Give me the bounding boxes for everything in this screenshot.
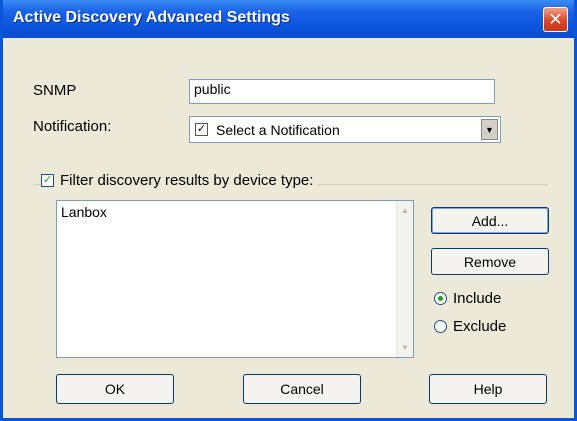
radio-selected-icon[interactable] (434, 292, 447, 305)
device-type-list[interactable]: Lanbox ▲ ▼ (56, 200, 414, 358)
vertical-scrollbar[interactable]: ▲ ▼ (396, 201, 413, 357)
include-label: Include (453, 290, 502, 307)
dialog-window: Active Discovery Advanced Settings ✕ SNM… (0, 0, 577, 421)
checkbox-checked-icon[interactable]: ✓ (41, 174, 54, 187)
cancel-button[interactable]: Cancel (243, 374, 361, 404)
list-item[interactable]: Lanbox (61, 204, 107, 220)
radio-unselected-icon[interactable] (434, 320, 447, 333)
scroll-up-icon[interactable]: ▲ (397, 202, 413, 219)
filter-device-type-checkbox[interactable]: ✓ Filter discovery results by device typ… (41, 172, 318, 189)
snmp-community-input[interactable]: public (189, 79, 495, 104)
add-button[interactable]: Add... (431, 207, 549, 234)
notification-selected-value: Select a Notification (216, 121, 340, 138)
exclude-radio[interactable]: Exclude (434, 318, 506, 335)
dropdown-arrow-glyph: ▼ (485, 124, 494, 135)
title-bar[interactable]: Active Discovery Advanced Settings ✕ (3, 0, 574, 38)
snmp-community-value: public (194, 81, 231, 97)
notification-dropdown[interactable]: ✓ Select a Notification ▼ (189, 116, 501, 143)
chevron-down-icon[interactable]: ▼ (481, 119, 498, 140)
ok-button[interactable]: OK (56, 374, 174, 404)
exclude-label: Exclude (453, 318, 507, 335)
remove-button[interactable]: Remove (431, 248, 549, 275)
scroll-down-icon[interactable]: ▼ (397, 339, 413, 356)
notification-label: Notification: (33, 118, 112, 135)
include-radio[interactable]: Include (434, 290, 501, 307)
check-icon: ✓ (195, 123, 208, 136)
close-button[interactable]: ✕ (543, 7, 568, 32)
window-title: Active Discovery Advanced Settings (13, 9, 290, 26)
close-icon: ✕ (548, 9, 563, 29)
help-button[interactable]: Help (429, 374, 547, 404)
filter-label: Filter discovery results by device type: (60, 172, 314, 189)
snmp-label: SNMP (33, 82, 77, 99)
